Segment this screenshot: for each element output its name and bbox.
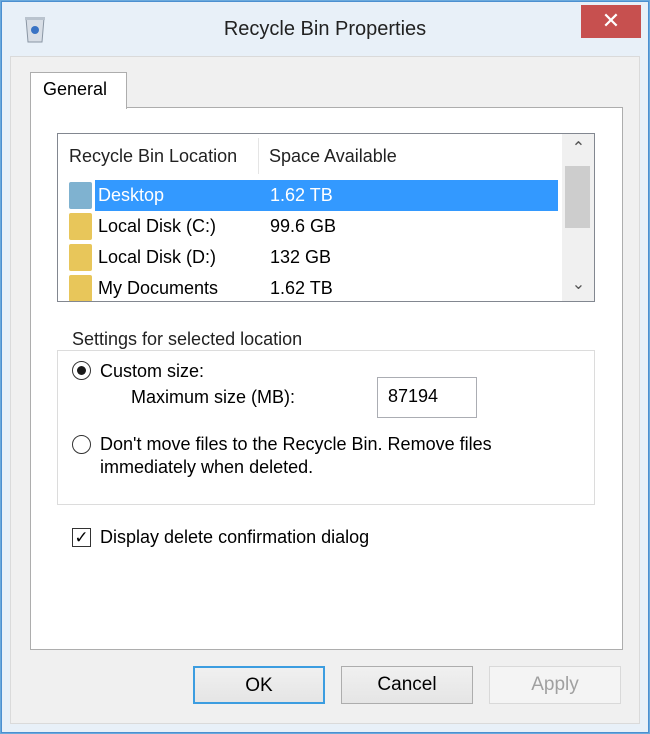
list-item[interactable]: Local Disk (D:) 132 GB xyxy=(58,242,561,273)
apply-button[interactable]: Apply xyxy=(489,666,621,704)
space-available: 1.62 TB xyxy=(270,185,333,205)
scrollbar-thumb[interactable] xyxy=(565,166,590,228)
location-name: Local Disk (C:) xyxy=(98,216,217,236)
tab-general[interactable]: General xyxy=(30,72,127,109)
radio-dot xyxy=(77,366,86,375)
custom-size-label[interactable]: Custom size: xyxy=(100,361,204,382)
folder-icon xyxy=(69,182,92,209)
max-size-input[interactable]: 87194 xyxy=(377,377,477,418)
cancel-button[interactable]: Cancel xyxy=(341,666,473,704)
close-button[interactable]: ✕ xyxy=(581,5,641,38)
settings-legend: Settings for selected location xyxy=(68,329,307,350)
column-header-space[interactable]: Space Available xyxy=(258,134,397,176)
space-available: 1.62 TB xyxy=(270,278,333,298)
confirm-label[interactable]: Display delete confirmation dialog xyxy=(100,527,369,548)
dont-move-label-line2[interactable]: immediately when deleted. xyxy=(100,457,313,478)
ok-button[interactable]: OK xyxy=(193,666,325,704)
folder-icon xyxy=(69,244,92,271)
space-available: 132 GB xyxy=(270,247,332,267)
list-item[interactable]: Local Disk (C:) 99.6 GB xyxy=(58,211,561,242)
column-header-location[interactable]: Recycle Bin Location xyxy=(58,134,258,176)
folder-icon xyxy=(69,275,92,301)
close-icon: ✕ xyxy=(601,8,621,33)
window-title: Recycle Bin Properties xyxy=(223,18,427,40)
checkmark-icon: ✓ xyxy=(74,528,89,547)
scroll-down-icon[interactable]: ⌄ xyxy=(562,274,594,294)
dont-move-radio[interactable] xyxy=(72,435,91,454)
custom-size-radio[interactable] xyxy=(72,361,91,380)
location-list[interactable]: Recycle Bin Location Space Available Des… xyxy=(57,133,595,302)
list-item-desktop[interactable]: Desktop 1.62 TB xyxy=(58,180,561,211)
location-name: Desktop xyxy=(98,185,165,205)
scroll-up-icon[interactable]: ⌃ xyxy=(562,138,594,158)
location-name: Local Disk (D:) xyxy=(98,247,217,267)
list-item[interactable]: My Documents 1.62 TB xyxy=(58,273,561,301)
confirm-checkbox[interactable]: ✓ xyxy=(72,528,91,547)
location-name: My Documents xyxy=(98,278,219,298)
vertical-scrollbar[interactable]: ⌃ ⌄ xyxy=(562,134,594,301)
max-size-label: Maximum size (MB): xyxy=(131,387,296,407)
folder-icon xyxy=(69,213,92,240)
space-available: 99.6 GB xyxy=(270,216,337,236)
dont-move-label-line1[interactable]: Don't move files to the Recycle Bin. Rem… xyxy=(100,434,492,455)
